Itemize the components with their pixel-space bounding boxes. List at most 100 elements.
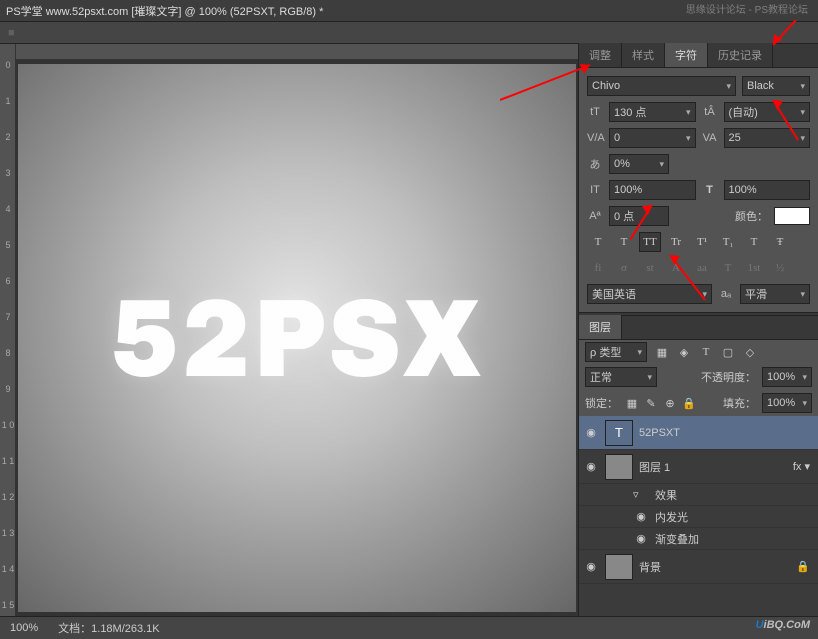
opentype-buttons: fiσstAaaT1st½ <box>587 258 810 278</box>
layer-thumb[interactable] <box>605 554 633 580</box>
forum-watermark: 思缘设计论坛 - PS教程论坛 <box>686 1 808 16</box>
type-style-btn[interactable]: Ŧ <box>769 232 791 252</box>
ruler-vertical: 01234567891 01 11 21 31 41 5 <box>0 44 16 616</box>
layer-filter-kind[interactable]: ρ 类型 <box>585 342 647 362</box>
tracking-input[interactable]: 25 <box>724 128 811 148</box>
canvas-viewport[interactable]: 52PSX <box>16 60 578 616</box>
kerning-icon: V/A <box>587 132 603 144</box>
leading-icon: tÂ <box>702 106 718 118</box>
opacity-label: 不透明度： <box>701 369 756 385</box>
layer-name[interactable]: 52PSXT <box>639 427 680 439</box>
document-canvas[interactable]: 52PSX <box>18 64 576 612</box>
filter-icon[interactable]: ▦ <box>653 343 671 361</box>
type-style-btn[interactable]: T <box>743 232 765 252</box>
type-style-btn[interactable]: T <box>613 232 635 252</box>
opentype-btn[interactable]: st <box>639 258 661 278</box>
filter-icon[interactable]: T <box>697 343 715 361</box>
text-color-swatch[interactable] <box>774 207 810 225</box>
font-family-select[interactable]: Chivo <box>587 76 736 96</box>
canvas-text-layer[interactable]: 52PSX <box>111 273 483 404</box>
opentype-btn[interactable]: σ <box>613 258 635 278</box>
language-select[interactable]: 美国英语 <box>587 284 712 304</box>
kerning-input[interactable]: 0 <box>609 128 696 148</box>
vscale-icon: IT <box>587 184 603 196</box>
fx-badge[interactable]: fx ▾ <box>793 460 810 473</box>
leading-input[interactable]: (自动) <box>724 102 811 122</box>
fill-label: 填充： <box>723 395 756 411</box>
opacity-input[interactable]: 100% <box>762 367 812 387</box>
hscale-icon: T <box>702 184 718 196</box>
layer-row[interactable]: ◉ 背景 🔒 <box>579 550 818 584</box>
font-style-select[interactable]: Black <box>742 76 810 96</box>
fx-item[interactable]: ▿ 效果 <box>579 484 818 506</box>
opentype-btn[interactable]: aa <box>691 258 713 278</box>
tsume-input[interactable]: 0% <box>609 154 669 174</box>
lock-icon: 🔒 <box>796 560 810 573</box>
fill-input[interactable]: 100% <box>762 393 812 413</box>
lock-label: 锁定： <box>585 395 618 411</box>
baseline-input[interactable]: 0 点 <box>609 206 669 226</box>
blend-mode-select[interactable]: 正常 <box>585 367 657 387</box>
opentype-btn[interactable]: fi <box>587 258 609 278</box>
filter-icon[interactable]: ◇ <box>741 343 759 361</box>
layer-row[interactable]: ◉ 图层 1 fx ▾ <box>579 450 818 484</box>
font-size-input[interactable]: 130 点 <box>609 102 696 122</box>
tsume-icon: あ <box>587 156 603 172</box>
tab-字符[interactable]: 字符 <box>665 43 708 67</box>
title-bar: PS学堂 www.52psxt.com [璀璨文字] @ 100% (52PSX… <box>0 0 818 22</box>
visibility-icon[interactable]: ◉ <box>583 426 599 439</box>
tab-样式[interactable]: 样式 <box>622 43 665 67</box>
fx-item[interactable]: ◉ 内发光 <box>579 506 818 528</box>
tab-历史记录[interactable]: 历史记录 <box>708 43 773 67</box>
layer-name[interactable]: 图层 1 <box>639 459 670 475</box>
opentype-btn[interactable]: T <box>717 258 739 278</box>
hscale-input[interactable]: 100% <box>724 180 811 200</box>
type-style-btn[interactable]: T¹ <box>691 232 713 252</box>
color-label: 颜色： <box>735 208 768 224</box>
opentype-btn[interactable]: ½ <box>769 258 791 278</box>
font-size-icon: tT <box>587 106 603 118</box>
status-bar: 100% 文档：1.18M/263.1K <box>0 616 818 639</box>
type-style-btn[interactable]: T₁ <box>717 232 739 252</box>
opentype-btn[interactable]: A <box>665 258 687 278</box>
lock-icon[interactable]: ⊕ <box>662 395 678 411</box>
ruler-horizontal <box>16 44 578 60</box>
type-style-btn[interactable]: Tr <box>665 232 687 252</box>
layer-row[interactable]: ◉ T 52PSXT <box>579 416 818 450</box>
right-panels: 调整样式字符历史记录 Chivo Black tT 130 点 tÂ (自动) … <box>578 44 818 616</box>
baseline-icon: Aª <box>587 210 603 222</box>
visibility-icon[interactable]: ◉ <box>583 560 599 573</box>
zoom-level[interactable]: 100% <box>10 622 38 634</box>
visibility-icon[interactable]: ◉ <box>633 532 649 545</box>
tab-调整[interactable]: 调整 <box>579 43 622 67</box>
char-panel-tabs: 调整样式字符历史记录 <box>579 44 818 68</box>
type-style-btn[interactable]: T <box>587 232 609 252</box>
opentype-btn[interactable]: 1st <box>743 258 765 278</box>
tracking-icon: VA <box>702 132 718 144</box>
document-info[interactable]: 文档：1.18M/263.1K <box>58 620 160 636</box>
filter-icon[interactable]: ▢ <box>719 343 737 361</box>
layer-thumb[interactable]: T <box>605 420 633 446</box>
character-panel: Chivo Black tT 130 点 tÂ (自动) V/A 0 VA 25… <box>579 68 818 312</box>
visibility-icon[interactable]: ◉ <box>583 460 599 473</box>
layer-thumb[interactable] <box>605 454 633 480</box>
layer-list: ◉T52PSXT◉图层 1fx ▾▿ 效果◉ 内发光◉ 渐变叠加◉背景🔒 <box>579 416 818 616</box>
visibility-icon[interactable]: ◉ <box>633 510 649 523</box>
type-style-btn[interactable]: TT <box>639 232 661 252</box>
filter-icon[interactable]: ◈ <box>675 343 693 361</box>
options-bar: ■ <box>0 22 818 44</box>
watermark-logo: UiBQ.CoM <box>756 615 810 633</box>
tab-layers[interactable]: 图层 <box>579 315 622 339</box>
lock-icon[interactable]: 🔒 <box>681 395 697 411</box>
layer-name[interactable]: 背景 <box>639 559 661 575</box>
fx-item[interactable]: ◉ 渐变叠加 <box>579 528 818 550</box>
options-placeholder: ■ <box>8 27 15 39</box>
antialias-icon: aₐ <box>718 288 734 300</box>
layers-panel: 图层 ρ 类型 ▦◈T▢◇ 正常 不透明度： 100% 锁定： ▦✎⊕🔒 填充：… <box>579 316 818 616</box>
document-title: PS学堂 www.52psxt.com [璀璨文字] @ 100% (52PSX… <box>6 3 323 19</box>
antialias-select[interactable]: 平滑 <box>740 284 810 304</box>
type-style-buttons: TTTTTrT¹T₁TŦ <box>587 232 810 252</box>
lock-icon[interactable]: ✎ <box>643 395 659 411</box>
vscale-input[interactable]: 100% <box>609 180 696 200</box>
lock-icon[interactable]: ▦ <box>624 395 640 411</box>
